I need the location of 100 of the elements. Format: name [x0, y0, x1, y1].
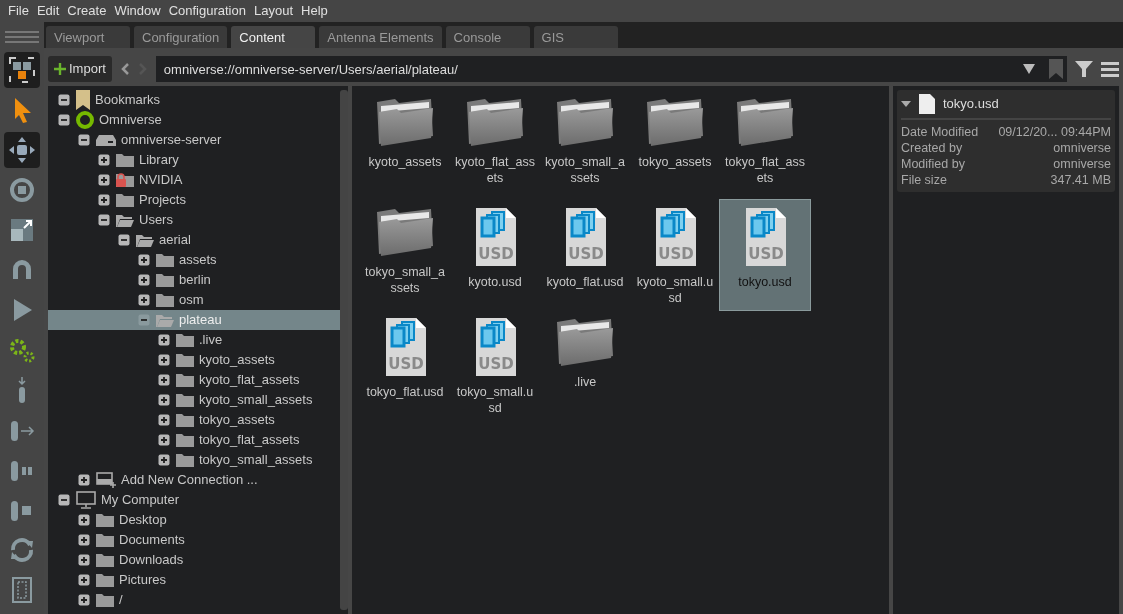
bookmark-icon: [76, 90, 90, 110]
collapse-icon[interactable]: [98, 214, 110, 226]
collapse-caret-icon[interactable]: [901, 101, 911, 107]
expand-icon[interactable]: [98, 174, 110, 186]
folder-icon: [176, 432, 194, 448]
folder-icon: [116, 152, 134, 168]
folder-tile[interactable]: kyoto_assets: [360, 90, 450, 200]
move-tool[interactable]: [4, 132, 40, 168]
drop-down-icon: [18, 376, 26, 404]
collapse-icon[interactable]: [58, 114, 70, 126]
tree-row[interactable]: Desktop: [48, 510, 340, 530]
tree-row[interactable]: Users: [48, 210, 340, 230]
tree-row[interactable]: osm: [48, 290, 340, 310]
menu-item[interactable]: Layout: [249, 0, 297, 23]
menu-item[interactable]: File: [4, 0, 33, 23]
tab[interactable]: Console: [445, 26, 530, 48]
expand-icon[interactable]: [158, 434, 170, 446]
menu-icon[interactable]: [1101, 61, 1119, 77]
expand-icon[interactable]: [158, 334, 170, 346]
tree-row[interactable]: Downloads: [48, 550, 340, 570]
menu-item[interactable]: Help: [297, 0, 332, 23]
collapse-icon[interactable]: [138, 314, 150, 326]
folder-icon: [645, 96, 705, 148]
grip-handle[interactable]: [5, 30, 39, 44]
tree-row[interactable]: Bookmarks: [48, 90, 340, 110]
tree-row[interactable]: Add New Connection ...: [48, 470, 340, 490]
folder-icon: [96, 512, 114, 528]
property-label: File size: [901, 172, 947, 188]
usd-asset-tile[interactable]: USD kyoto_flat.usd: [540, 200, 630, 310]
collapse-icon[interactable]: [58, 94, 70, 106]
tree-row[interactable]: My Computer: [48, 490, 340, 510]
tree-row[interactable]: .live: [48, 330, 340, 350]
expand-icon[interactable]: [158, 414, 170, 426]
folder-tile[interactable]: kyoto_flat_assets: [450, 90, 540, 200]
expand-icon[interactable]: [78, 574, 90, 586]
menu-item[interactable]: Window: [110, 0, 165, 23]
expand-icon[interactable]: [78, 554, 90, 566]
folder-tile[interactable]: tokyo_small_assets: [360, 200, 450, 310]
menu-item[interactable]: Create: [63, 0, 111, 23]
expand-icon[interactable]: [78, 534, 90, 546]
folder-tile[interactable]: tokyo_assets: [630, 90, 720, 200]
expand-icon[interactable]: [158, 454, 170, 466]
tree-row[interactable]: NVIDIA: [48, 170, 340, 190]
tab[interactable]: Content: [231, 26, 316, 48]
folder-icon: [176, 372, 194, 388]
collapse-icon[interactable]: [78, 134, 90, 146]
collapse-icon[interactable]: [118, 234, 130, 246]
collapse-icon[interactable]: [58, 494, 70, 506]
expand-icon[interactable]: [158, 374, 170, 386]
tree-row[interactable]: kyoto_assets: [48, 350, 340, 370]
tree-row[interactable]: berlin: [48, 270, 340, 290]
expand-icon[interactable]: [78, 514, 90, 526]
tab[interactable]: Antenna Elements: [319, 26, 442, 48]
back-icon[interactable]: [119, 63, 130, 75]
scrollbar[interactable]: [340, 90, 348, 610]
folder-tile[interactable]: .live: [540, 310, 630, 420]
expand-icon[interactable]: [98, 194, 110, 206]
tree-row[interactable]: Projects: [48, 190, 340, 210]
folder-icon: [176, 352, 194, 368]
tree-row[interactable]: tokyo_flat_assets: [48, 430, 340, 450]
tree-row[interactable]: assets: [48, 250, 340, 270]
tree-row[interactable]: omniverse-server: [48, 130, 340, 150]
tree-row[interactable]: tokyo_assets: [48, 410, 340, 430]
tree-row[interactable]: kyoto_small_assets: [48, 390, 340, 410]
menu-item[interactable]: Edit: [32, 0, 64, 23]
expand-icon[interactable]: [138, 254, 150, 266]
usd-asset-tile[interactable]: USD tokyo_small.usd: [450, 310, 540, 420]
tree-row[interactable]: Pictures: [48, 570, 340, 590]
folder-tile[interactable]: tokyo_flat_assets: [720, 90, 810, 200]
locked-folder-icon: [116, 172, 134, 188]
tree-row[interactable]: aerial: [48, 230, 340, 250]
tree-row[interactable]: /: [48, 590, 340, 610]
import-button[interactable]: Import: [48, 56, 112, 82]
tree-row[interactable]: tokyo_small_assets: [48, 450, 340, 470]
tree-row[interactable]: Documents: [48, 530, 340, 550]
drive-plus-icon: [96, 472, 116, 488]
usd-asset-tile[interactable]: USD kyoto.usd: [450, 200, 540, 310]
tree-row[interactable]: kyoto_flat_assets: [48, 370, 340, 390]
expand-icon[interactable]: [158, 354, 170, 366]
folder-icon: [96, 532, 114, 548]
usd-asset-tile[interactable]: USD kyoto_small.usd: [630, 200, 720, 310]
expand-icon[interactable]: [138, 294, 150, 306]
expand-icon[interactable]: [158, 394, 170, 406]
folder-tile[interactable]: kyoto_small_assets: [540, 90, 630, 200]
cubes-tool[interactable]: [4, 52, 40, 88]
tab[interactable]: Configuration: [134, 26, 228, 48]
usd-asset-tile[interactable]: USD tokyo_flat.usd: [360, 310, 450, 420]
property-value: omniverse: [1053, 140, 1111, 156]
expand-icon[interactable]: [138, 274, 150, 286]
expand-icon[interactable]: [98, 154, 110, 166]
usd-asset-tile[interactable]: USD tokyo.usd: [720, 200, 810, 310]
tree-row[interactable]: Library: [48, 150, 340, 170]
menu-item[interactable]: Configuration: [164, 0, 250, 23]
expand-icon[interactable]: [78, 594, 90, 606]
dropdown-caret-icon[interactable]: [1023, 64, 1035, 74]
expand-icon[interactable]: [78, 474, 90, 486]
tab[interactable]: GIS: [533, 26, 618, 48]
tree-row[interactable]: Omniverse: [48, 110, 340, 130]
filter-icon[interactable]: [1075, 60, 1093, 78]
tab[interactable]: Viewport: [46, 26, 130, 48]
